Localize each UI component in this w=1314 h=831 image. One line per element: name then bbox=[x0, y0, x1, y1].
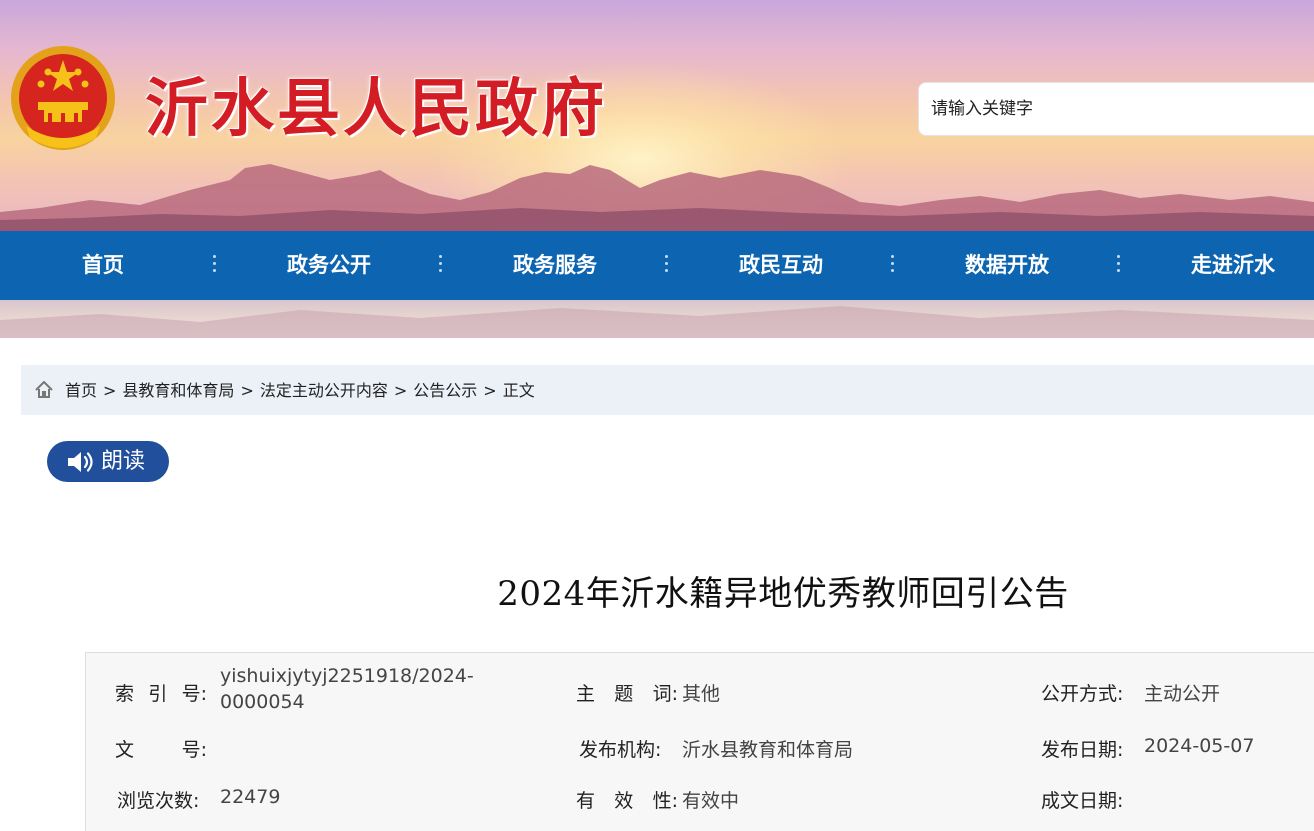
breadcrumb: 首页 > 县教育和体育局 > 法定主动公开内容 > 公告公示 > 正文 bbox=[21, 365, 1314, 415]
meta-docno-label: 文号: bbox=[115, 739, 207, 761]
national-emblem-icon bbox=[11, 46, 115, 150]
document-meta-table: 索引号: yishuixjytyj2251918/2024- 0000054 主题… bbox=[85, 652, 1314, 831]
nav-separator bbox=[891, 255, 894, 275]
breadcrumb-statutory-disclosure[interactable]: 法定主动公开内容 bbox=[260, 381, 388, 400]
meta-publish-date-value: 2024-05-07 bbox=[1144, 735, 1255, 757]
banner-mountains bbox=[0, 164, 1314, 231]
breadcrumb-separator: > bbox=[483, 381, 497, 400]
article-title: 2024年沂水籍异地优秀教师回引公告 bbox=[497, 574, 1069, 614]
meta-validity-label: 有效性: bbox=[576, 790, 678, 812]
nav-item-interaction[interactable]: 政民互动 bbox=[739, 231, 823, 300]
meta-issuer-label: 发布机构: bbox=[579, 739, 662, 761]
meta-issuer-value: 沂水县教育和体育局 bbox=[682, 739, 854, 761]
nav-item-home[interactable]: 首页 bbox=[82, 231, 124, 300]
breadcrumb-separator: > bbox=[393, 381, 408, 400]
meta-index-value: yishuixjytyj2251918/2024- 0000054 bbox=[220, 663, 474, 715]
header-lower-banner bbox=[0, 300, 1314, 338]
breadcrumb-home[interactable]: 首页 bbox=[65, 381, 97, 400]
search-input[interactable] bbox=[919, 83, 1314, 135]
meta-index-label: 索引号: bbox=[115, 683, 207, 705]
meta-publish-date-label: 发布日期: bbox=[1041, 739, 1124, 761]
main-nav: 首页 政务公开 政务服务 政民互动 数据开放 走进沂水 bbox=[0, 231, 1314, 300]
breadcrumb-separator: > bbox=[103, 381, 117, 400]
site-title: 沂水县人民政府 bbox=[145, 72, 607, 145]
meta-views-label: 浏览次数: bbox=[117, 790, 200, 812]
read-aloud-label: 朗读 bbox=[101, 449, 146, 474]
nav-item-open-data[interactable]: 数据开放 bbox=[965, 231, 1049, 300]
nav-item-about-yishui[interactable]: 走进沂水 bbox=[1191, 231, 1275, 300]
breadcrumb-current: 正文 bbox=[502, 381, 535, 400]
meta-disclosure-value: 主动公开 bbox=[1144, 683, 1221, 705]
read-aloud-button[interactable]: 朗读 bbox=[47, 441, 169, 482]
breadcrumb-announcements[interactable]: 公告公示 bbox=[413, 381, 477, 400]
meta-subject-value: 其他 bbox=[682, 683, 721, 705]
nav-item-gov-affairs[interactable]: 政务公开 bbox=[287, 231, 371, 300]
meta-validity-value: 有效中 bbox=[682, 790, 740, 812]
speaker-icon bbox=[68, 452, 93, 472]
meta-written-date-label: 成文日期: bbox=[1041, 790, 1124, 812]
meta-views-value: 22479 bbox=[220, 786, 281, 808]
nav-separator bbox=[213, 255, 216, 275]
breadcrumb-education-bureau[interactable]: 县教育和体育局 bbox=[122, 381, 234, 400]
nav-separator bbox=[439, 255, 442, 275]
nav-separator bbox=[1117, 255, 1120, 275]
meta-subject-label: 主题词: bbox=[576, 683, 678, 705]
nav-item-gov-services[interactable]: 政务服务 bbox=[513, 231, 597, 300]
search-box[interactable] bbox=[918, 82, 1314, 136]
meta-disclosure-label: 公开方式: bbox=[1041, 683, 1124, 705]
lower-banner-scenery bbox=[0, 306, 1314, 338]
home-icon bbox=[35, 381, 53, 398]
nav-separator bbox=[665, 255, 668, 275]
breadcrumb-separator: > bbox=[240, 381, 254, 400]
meta-index-value-line1: yishuixjytyj2251918/2024- bbox=[220, 665, 474, 687]
meta-index-value-line2: 0000054 bbox=[220, 691, 305, 713]
header-banner: 沂水县人民政府 bbox=[0, 0, 1314, 231]
